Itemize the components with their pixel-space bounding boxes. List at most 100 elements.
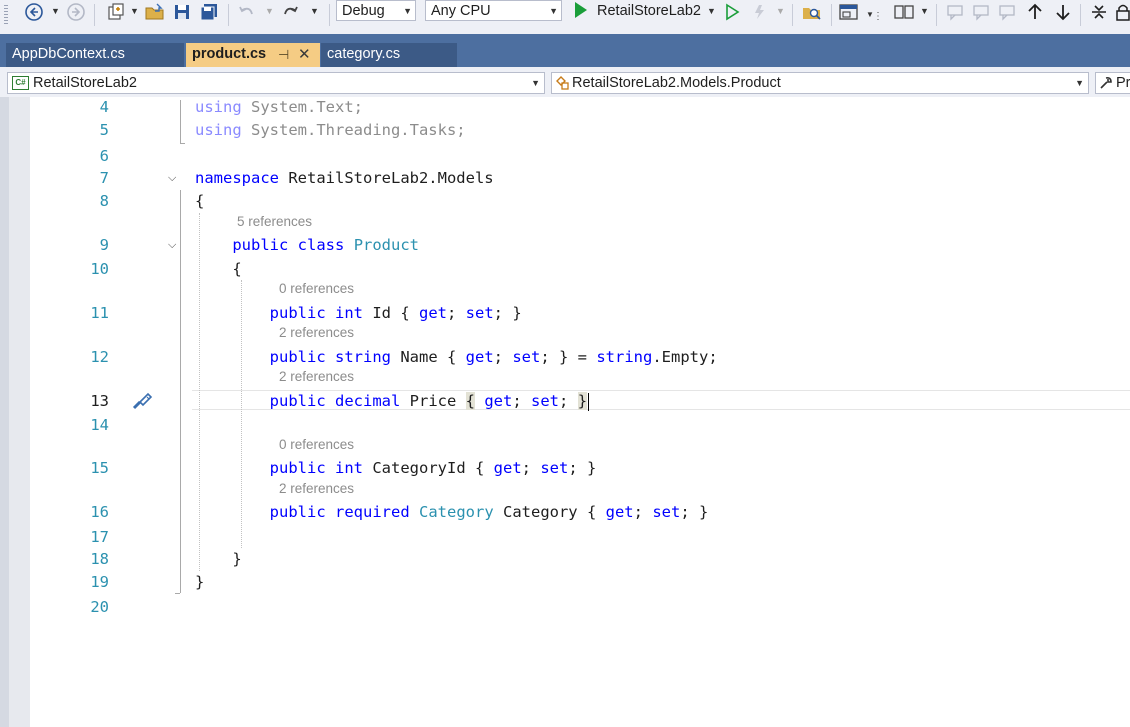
codelens-references[interactable]: 0 references — [279, 437, 354, 453]
save-all-icon[interactable] — [197, 1, 221, 23]
arrow-up-icon[interactable] — [1024, 1, 1046, 23]
code-line[interactable]: public int Id { get; set; } — [195, 303, 522, 323]
codelens-references[interactable]: 2 references — [279, 481, 354, 497]
chevron-down-icon: ▼ — [403, 6, 412, 16]
line-number[interactable]: 18 — [66, 549, 109, 569]
start-debugging-button[interactable]: RetailStoreLab2 — [597, 0, 701, 22]
code-line[interactable]: public string Name { get; set; } = strin… — [195, 347, 718, 367]
start-without-debugging-icon[interactable] — [722, 1, 742, 23]
code-line[interactable]: } — [195, 572, 204, 592]
code-line[interactable]: using System.Threading.Tasks; — [195, 120, 466, 140]
code-line[interactable]: public required Category Category { get;… — [195, 502, 709, 522]
line-number[interactable]: 11 — [66, 303, 109, 323]
navigate-back-icon[interactable] — [22, 1, 46, 23]
line-number[interactable]: 10 — [66, 259, 109, 279]
keyword-token: class — [297, 236, 345, 254]
undo-icon[interactable] — [234, 1, 258, 23]
tab-label: AppDbContext.cs — [12, 46, 125, 62]
line-number[interactable]: 6 — [66, 146, 109, 166]
code-token: } — [195, 573, 205, 591]
code-line[interactable]: { — [195, 259, 241, 279]
code-line[interactable]: namespace RetailStoreLab2.Models — [195, 168, 494, 188]
close-icon[interactable]: ✕ — [298, 43, 311, 66]
codelens-references[interactable]: 5 references — [237, 214, 312, 230]
lock-icon[interactable] — [1114, 1, 1130, 23]
chevron-down-icon[interactable]: ▼ — [51, 6, 60, 16]
line-number[interactable]: 14 — [66, 415, 109, 435]
indicator-margin[interactable] — [9, 97, 30, 727]
text-caret — [588, 392, 590, 411]
chevron-down-icon[interactable]: ▼ — [310, 6, 319, 16]
code-token: .Empty; — [652, 348, 718, 366]
code-line[interactable]: public decimal Price { get; set; } — [195, 391, 590, 411]
type-dropdown[interactable]: RetailStoreLab2.Models.Product ▼ — [551, 72, 1089, 94]
code-token: ; } — [680, 503, 709, 521]
indent-guide — [241, 280, 242, 548]
line-number[interactable]: 15 — [66, 458, 109, 478]
layout-icon[interactable] — [837, 1, 861, 23]
line-number[interactable]: 4 — [66, 97, 109, 117]
line-number[interactable]: 20 — [66, 597, 109, 617]
redo-icon[interactable] — [279, 1, 303, 23]
project-dropdown[interactable]: C# RetailStoreLab2 ▼ — [7, 72, 545, 94]
chevron-down-icon[interactable]: ▼ — [776, 6, 785, 16]
next-comment-icon[interactable] — [996, 1, 1018, 23]
tab-category[interactable]: category.cs — [321, 43, 457, 67]
chevron-down-icon[interactable]: ▼ — [920, 6, 929, 16]
find-in-files-icon[interactable] — [800, 1, 824, 23]
toolbar-grip[interactable] — [4, 5, 8, 25]
line-number[interactable]: 5 — [66, 120, 109, 140]
codelens-references[interactable]: 2 references — [279, 369, 354, 385]
start-debugging-icon[interactable] — [575, 2, 587, 18]
save-icon[interactable] — [171, 1, 193, 23]
pin-icon[interactable]: ⊣ — [278, 43, 289, 66]
quick-actions-brush-icon[interactable] — [130, 390, 154, 419]
keyword-token: set — [512, 348, 541, 366]
code-line[interactable]: public class Product — [195, 235, 419, 255]
member-name: Pr — [1116, 75, 1130, 91]
open-folder-icon[interactable] — [143, 1, 167, 23]
codelens-references[interactable]: 0 references — [279, 281, 354, 297]
code-token: } — [577, 392, 588, 410]
line-number[interactable]: 19 — [66, 572, 109, 592]
collapse-icon[interactable] — [1088, 1, 1110, 23]
keyword-token: get — [465, 348, 494, 366]
code-token: Price — [400, 392, 466, 410]
arrow-down-icon[interactable] — [1052, 1, 1074, 23]
line-number[interactable]: 13 — [66, 391, 109, 411]
tab-appdbcontext[interactable]: AppDbContext.cs — [6, 43, 184, 67]
hot-reload-icon[interactable] — [748, 1, 770, 23]
code-token: ; } — [568, 459, 597, 477]
code-line[interactable]: using System.Text; — [195, 97, 363, 117]
line-number[interactable]: 8 — [66, 191, 109, 211]
chevron-down-icon[interactable]: ▼ — [265, 6, 274, 16]
tab-product[interactable]: product.cs ⊣ ✕ — [186, 43, 320, 67]
comment-icon[interactable] — [944, 1, 966, 23]
compare-windows-icon[interactable] — [892, 1, 916, 23]
line-number[interactable]: 9 — [66, 235, 109, 255]
overflow-icon[interactable]: ⋮ — [873, 5, 883, 27]
solution-platform-select[interactable]: Any CPU ▼ — [425, 0, 562, 21]
line-number[interactable]: 17 — [66, 527, 109, 547]
chevron-down-icon[interactable]: ▼ — [130, 6, 139, 16]
codelens-references[interactable]: 2 references — [279, 325, 354, 341]
code-token: ; } — [493, 304, 522, 322]
collapse-toggle[interactable]: ⌵ — [168, 238, 176, 252]
code-line[interactable]: public int CategoryId { get; set; } — [195, 458, 597, 478]
code-line[interactable]: } — [195, 549, 241, 569]
solution-configuration-select[interactable]: Debug ▼ — [336, 0, 416, 21]
navigate-forward-icon[interactable] — [64, 1, 88, 23]
line-number[interactable]: 7 — [66, 168, 109, 188]
line-number[interactable]: 12 — [66, 347, 109, 367]
chevron-down-icon[interactable]: ▼ — [707, 6, 716, 16]
toolbar-separator — [94, 4, 95, 26]
code-token: { — [195, 192, 205, 210]
member-dropdown[interactable]: Pr — [1095, 72, 1130, 94]
line-number[interactable]: 16 — [66, 502, 109, 522]
code-line[interactable]: { — [195, 191, 204, 211]
new-project-icon[interactable] — [104, 1, 128, 23]
previous-comment-icon[interactable] — [970, 1, 992, 23]
collapse-toggle[interactable]: ⌵ — [168, 171, 176, 185]
